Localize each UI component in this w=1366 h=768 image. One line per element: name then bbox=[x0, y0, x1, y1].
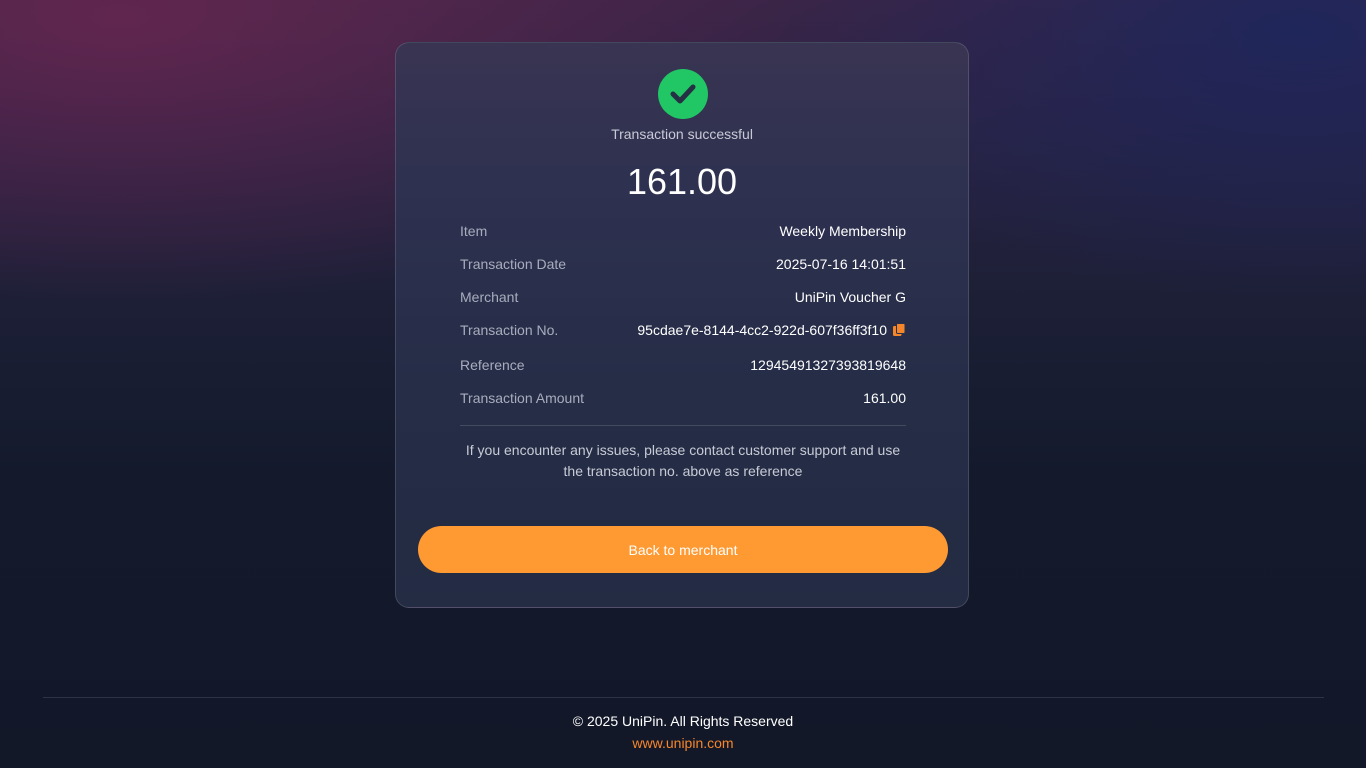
back-to-merchant-button[interactable]: Back to merchant bbox=[418, 526, 948, 573]
detail-value-wrapper: 95cdae7e-8144-4cc2-922d-607f36ff3f10 bbox=[637, 322, 906, 338]
transaction-card: Transaction successful 161.00 Item Weekl… bbox=[395, 42, 969, 608]
divider bbox=[460, 425, 906, 426]
detail-value: Weekly Membership bbox=[779, 223, 906, 239]
detail-value: UniPin Voucher G bbox=[794, 289, 906, 305]
website-link[interactable]: www.unipin.com bbox=[632, 735, 733, 751]
detail-label: Merchant bbox=[460, 289, 519, 305]
detail-value: 12945491327393819648 bbox=[750, 357, 906, 373]
footer-divider bbox=[43, 697, 1324, 698]
detail-label: Transaction Date bbox=[460, 256, 567, 272]
detail-row-item: Item Weekly Membership bbox=[460, 223, 906, 239]
detail-row-merchant: Merchant UniPin Voucher G bbox=[460, 289, 906, 305]
support-note: If you encounter any issues, please cont… bbox=[465, 442, 901, 479]
status-text: Transaction successful bbox=[611, 126, 753, 142]
detail-label: Transaction Amount bbox=[460, 390, 584, 406]
detail-label: Transaction No. bbox=[460, 322, 559, 338]
check-circle-icon bbox=[658, 69, 708, 119]
detail-row-transaction-no: Transaction No. 95cdae7e-8144-4cc2-922d-… bbox=[460, 322, 906, 338]
detail-label: Item bbox=[460, 223, 488, 239]
copyright-text: © 2025 UniPin. All Rights Reserved bbox=[572, 713, 794, 729]
detail-row-reference: Reference 12945491327393819648 bbox=[460, 357, 906, 373]
detail-value: 2025-07-16 14:01:51 bbox=[776, 256, 906, 272]
detail-label: Reference bbox=[460, 357, 525, 373]
copy-icon[interactable] bbox=[892, 323, 906, 337]
transaction-no-value: 95cdae7e-8144-4cc2-922d-607f36ff3f10 bbox=[637, 322, 887, 338]
detail-row-date: Transaction Date 2025-07-16 14:01:51 bbox=[460, 256, 906, 272]
amount-display: 161.00 bbox=[626, 161, 738, 202]
detail-row-amount: Transaction Amount 161.00 bbox=[460, 390, 906, 406]
detail-value: 161.00 bbox=[863, 390, 906, 406]
